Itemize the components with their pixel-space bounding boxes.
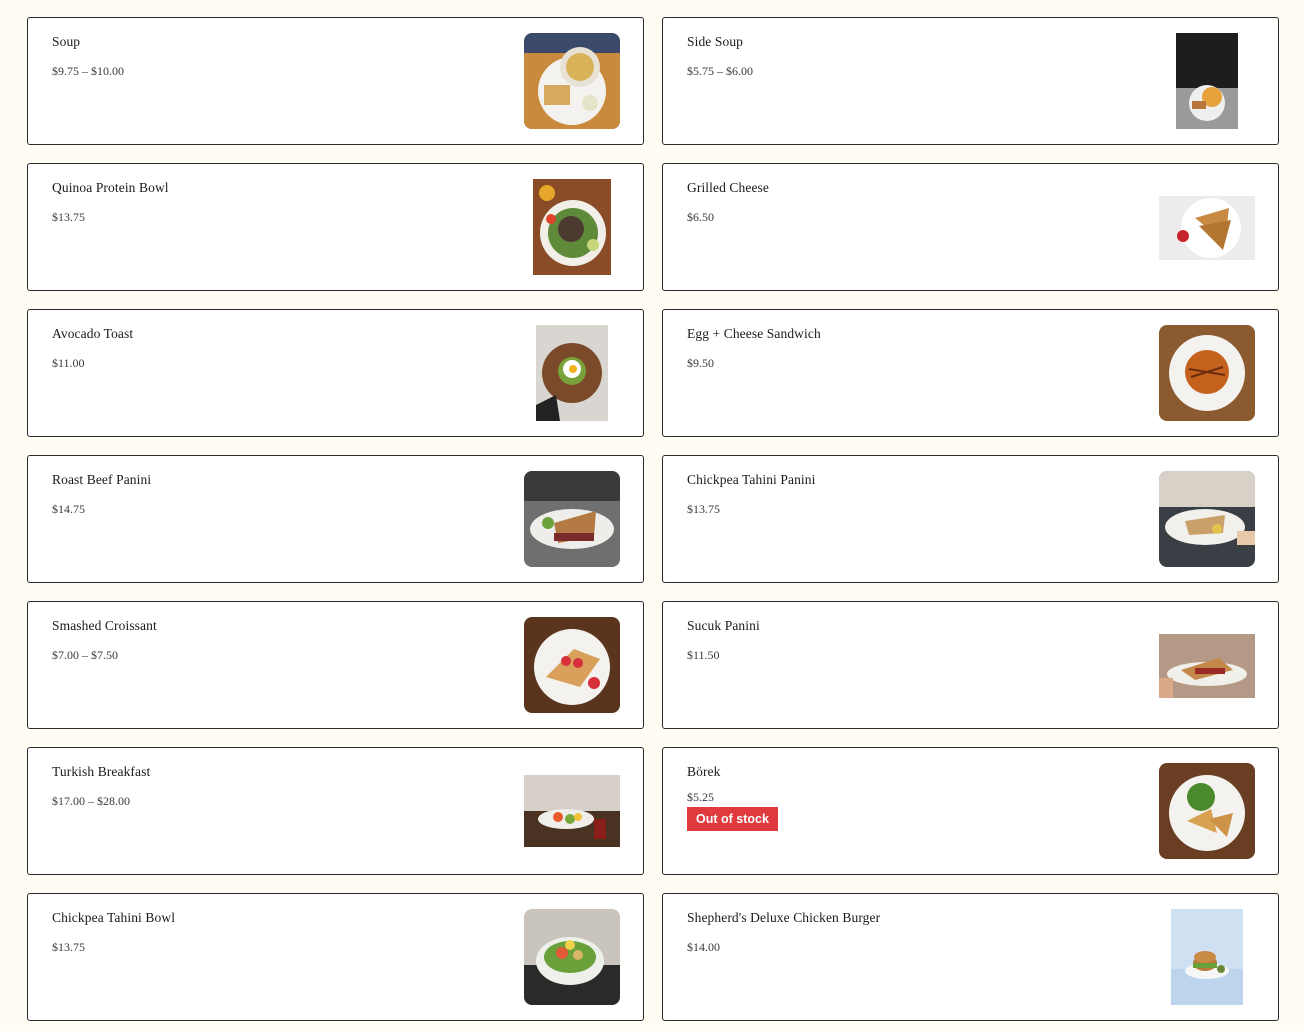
product-price: $14.75 — [52, 502, 85, 516]
chickpea-bowl-photo-icon[interactable] — [524, 909, 620, 1005]
product-name[interactable]: Börek — [687, 764, 721, 780]
product-name[interactable]: Turkish Breakfast — [52, 764, 150, 780]
turkish-breakfast-photo-icon[interactable] — [524, 775, 620, 847]
product-name[interactable]: Shepherd's Deluxe Chicken Burger — [687, 910, 880, 926]
product-card-roast-beef-panini[interactable]: Roast Beef Panini $14.75 — [27, 455, 644, 583]
product-price: $9.50 — [687, 356, 714, 370]
product-price: $6.50 — [687, 210, 714, 224]
avocado-toast-photo-icon[interactable] — [536, 325, 608, 421]
product-name[interactable]: Side Soup — [687, 34, 743, 50]
product-name[interactable]: Avocado Toast — [52, 326, 133, 342]
croissant-photo-icon[interactable] — [524, 617, 620, 713]
roast-beef-panini-photo-icon[interactable] — [524, 471, 620, 567]
product-name[interactable]: Smashed Croissant — [52, 618, 157, 634]
borek-photo-icon[interactable] — [1159, 763, 1255, 859]
product-name[interactable]: Quinoa Protein Bowl — [52, 180, 169, 196]
product-price: $5.75 – $6.00 — [687, 64, 753, 78]
product-card-avocado-toast[interactable]: Avocado Toast $11.00 — [27, 309, 644, 437]
product-card-borek[interactable]: Börek $5.25 Out of stock — [662, 747, 1279, 875]
product-card-turkish-breakfast[interactable]: Turkish Breakfast $17.00 – $28.00 — [27, 747, 644, 875]
product-card-sucuk-panini[interactable]: Sucuk Panini $11.50 — [662, 601, 1279, 729]
grilled-cheese-photo-icon[interactable] — [1159, 196, 1255, 260]
product-name[interactable]: Egg + Cheese Sandwich — [687, 326, 821, 342]
product-price: $13.75 — [687, 502, 720, 516]
product-name[interactable]: Sucuk Panini — [687, 618, 760, 634]
product-card-smashed-croissant[interactable]: Smashed Croissant $7.00 – $7.50 — [27, 601, 644, 729]
product-price: $13.75 — [52, 940, 85, 954]
product-name[interactable]: Chickpea Tahini Panini — [687, 472, 816, 488]
soup-photo-icon[interactable] — [524, 33, 620, 129]
product-card-quinoa-protein-bowl[interactable]: Quinoa Protein Bowl $13.75 — [27, 163, 644, 291]
product-card-grilled-cheese[interactable]: Grilled Cheese $6.50 — [662, 163, 1279, 291]
quinoa-bowl-photo-icon[interactable] — [533, 179, 611, 275]
product-price: $13.75 — [52, 210, 85, 224]
sucuk-panini-photo-icon[interactable] — [1159, 634, 1255, 698]
out-of-stock-badge: Out of stock — [687, 807, 778, 831]
product-card-shepherds-deluxe-chicken-burger[interactable]: Shepherd's Deluxe Chicken Burger $14.00 — [662, 893, 1279, 1021]
side-soup-photo-icon[interactable] — [1176, 33, 1238, 129]
product-name[interactable]: Soup — [52, 34, 80, 50]
product-name[interactable]: Grilled Cheese — [687, 180, 769, 196]
product-price: $9.75 – $10.00 — [52, 64, 124, 78]
product-card-chickpea-tahini-panini[interactable]: Chickpea Tahini Panini $13.75 — [662, 455, 1279, 583]
product-price: $17.00 – $28.00 — [52, 794, 130, 808]
product-name[interactable]: Roast Beef Panini — [52, 472, 151, 488]
product-card-egg-cheese-sandwich[interactable]: Egg + Cheese Sandwich $9.50 — [662, 309, 1279, 437]
product-price: $7.00 – $7.50 — [52, 648, 118, 662]
egg-cheese-sandwich-photo-icon[interactable] — [1159, 325, 1255, 421]
product-card-chickpea-tahini-bowl[interactable]: Chickpea Tahini Bowl $13.75 — [27, 893, 644, 1021]
product-card-side-soup[interactable]: Side Soup $5.75 – $6.00 — [662, 17, 1279, 145]
product-price: $11.50 — [687, 648, 720, 662]
chicken-burger-photo-icon[interactable] — [1171, 909, 1243, 1005]
product-card-soup[interactable]: Soup $9.75 – $10.00 — [27, 17, 644, 145]
product-price: $11.00 — [52, 356, 85, 370]
product-price: $14.00 — [687, 940, 720, 954]
product-price: $5.25 — [687, 790, 714, 804]
chickpea-panini-photo-icon[interactable] — [1159, 471, 1255, 567]
product-name[interactable]: Chickpea Tahini Bowl — [52, 910, 175, 926]
